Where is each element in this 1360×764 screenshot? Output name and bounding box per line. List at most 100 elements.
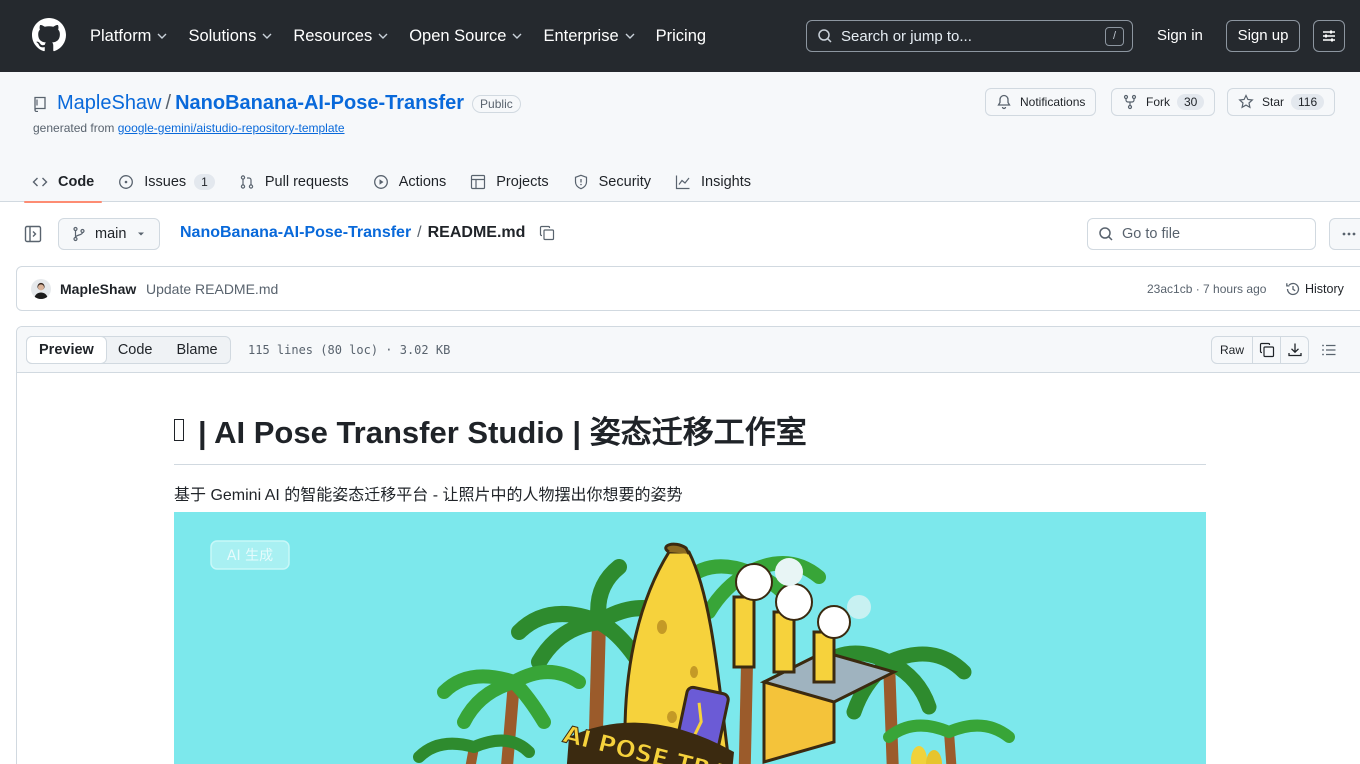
tab-issues[interactable]: Issues 1 bbox=[118, 162, 215, 202]
file-actions: Raw bbox=[1211, 336, 1310, 364]
table-icon bbox=[471, 174, 486, 190]
chevron-down-icon bbox=[262, 33, 272, 39]
star-button[interactable]: Star 116 bbox=[1227, 88, 1336, 116]
readme-subtitle: 基于 Gemini AI 的智能姿态迁移平台 - 让照片中的人物摆出你想要的姿势 bbox=[174, 487, 683, 504]
repository-header: MapleShaw / NanoBanana-AI-Pose-Transfer … bbox=[0, 72, 1360, 203]
caret-down-icon bbox=[138, 232, 144, 236]
go-to-file-input[interactable]: Go to file bbox=[1087, 218, 1316, 250]
visibility-badge: Public bbox=[472, 94, 521, 113]
chevron-down-icon bbox=[157, 33, 167, 39]
tab-projects[interactable]: Projects bbox=[470, 162, 549, 202]
history-label: History bbox=[1305, 282, 1344, 296]
readme-title: | AI Pose Transfer Studio | 姿态迁移工作室 bbox=[174, 407, 1206, 465]
tab-actions[interactable]: Actions bbox=[373, 162, 447, 202]
search-icon bbox=[818, 29, 832, 43]
tab-insights[interactable]: Insights bbox=[675, 162, 751, 202]
fork-count: 30 bbox=[1177, 94, 1205, 110]
search-icon bbox=[1099, 227, 1113, 241]
branch-name: main bbox=[95, 226, 127, 242]
commit-author[interactable]: MapleShaw bbox=[60, 281, 136, 297]
chevron-down-icon bbox=[512, 33, 522, 39]
fork-button[interactable]: Fork 30 bbox=[1111, 88, 1216, 116]
notifications-button[interactable]: Notifications bbox=[985, 88, 1097, 116]
preview-button[interactable]: Preview bbox=[26, 336, 107, 364]
more-options-button[interactable] bbox=[1329, 218, 1360, 250]
blame-button[interactable]: Blame bbox=[165, 337, 230, 363]
breadcrumb-separator: / bbox=[417, 224, 422, 241]
search-input[interactable]: Search or jump to... / bbox=[806, 20, 1133, 52]
branch-selector[interactable]: main bbox=[58, 218, 160, 250]
hero-illustration: AI 生成 AI POSE TRA bbox=[174, 512, 1206, 764]
copy-raw-button[interactable] bbox=[1252, 337, 1280, 363]
avatar-icon bbox=[31, 279, 51, 299]
missing-glyph-icon bbox=[174, 418, 184, 441]
hero-tag-text: AI 生成 bbox=[227, 548, 273, 564]
tab-actions-label: Actions bbox=[398, 174, 447, 190]
repo-owner-link[interactable]: MapleShaw bbox=[57, 92, 162, 115]
copy-path-icon[interactable] bbox=[539, 225, 555, 241]
sign-in-link[interactable]: Sign in bbox=[1157, 27, 1203, 44]
menu-button[interactable] bbox=[1313, 20, 1345, 52]
file-header: Preview Code Blame 115 lines (80 loc) · … bbox=[17, 327, 1360, 373]
branch-icon bbox=[73, 226, 85, 242]
copy-icon bbox=[1259, 342, 1274, 358]
download-icon bbox=[1287, 343, 1302, 357]
nav-solutions-label: Solutions bbox=[188, 26, 257, 45]
file-view: Preview Code Blame 115 lines (80 loc) · … bbox=[16, 326, 1360, 764]
star-label: Star bbox=[1262, 95, 1285, 109]
issue-icon bbox=[119, 175, 134, 189]
nav-pricing[interactable]: Pricing bbox=[656, 27, 706, 46]
github-logo-icon[interactable] bbox=[32, 18, 66, 52]
breadcrumb-repo-link[interactable]: NanoBanana-AI-Pose-Transfer bbox=[180, 224, 411, 242]
nav-open-source-label: Open Source bbox=[409, 26, 507, 45]
download-button[interactable] bbox=[1280, 337, 1308, 363]
tab-pull-requests-label: Pull requests bbox=[264, 174, 349, 190]
fork-label: Fork bbox=[1146, 95, 1170, 109]
commit-meta[interactable]: 23ac1cb · 7 hours ago bbox=[1147, 282, 1266, 296]
template-repo-link[interactable]: google-gemini/aistudio-repository-templa… bbox=[118, 121, 345, 135]
sign-up-button[interactable]: Sign up bbox=[1226, 20, 1300, 52]
commit-message[interactable]: Update README.md bbox=[146, 281, 278, 297]
shield-icon bbox=[574, 174, 587, 190]
repo-name-link[interactable]: NanoBanana-AI-Pose-Transfer bbox=[175, 92, 464, 115]
sidebar-expand-icon[interactable] bbox=[24, 225, 42, 243]
tab-code-label: Code bbox=[58, 174, 95, 190]
tab-security[interactable]: Security bbox=[573, 162, 651, 202]
avatar[interactable] bbox=[31, 279, 51, 299]
hero-image: AI 生成 AI POSE TRA bbox=[174, 512, 1206, 764]
readme-title-text: | AI Pose Transfer Studio | 姿态迁移工作室 bbox=[198, 415, 807, 450]
view-mode-toggle: Preview Code Blame bbox=[26, 336, 231, 364]
code-button[interactable]: Code bbox=[106, 337, 165, 363]
nav-resources[interactable]: Resources bbox=[293, 27, 389, 46]
latest-commit-bar: MapleShaw Update README.md 23ac1cb · 7 h… bbox=[16, 266, 1360, 311]
repo-separator: / bbox=[165, 92, 172, 114]
repo-tabs: Code Issues 1 Pull requests Actions Proj… bbox=[23, 162, 775, 203]
breadcrumb: NanoBanana-AI-Pose-Transfer / README.md bbox=[180, 224, 555, 242]
generated-from-label: generated from bbox=[33, 121, 115, 135]
pull-request-icon bbox=[240, 175, 254, 189]
nav-platform[interactable]: Platform bbox=[90, 27, 168, 46]
tab-insights-label: Insights bbox=[701, 174, 752, 190]
raw-button[interactable]: Raw bbox=[1212, 337, 1252, 363]
code-icon bbox=[32, 177, 48, 187]
history-button[interactable]: History bbox=[1285, 281, 1344, 297]
nav-enterprise[interactable]: Enterprise bbox=[543, 27, 635, 46]
nav-enterprise-label: Enterprise bbox=[543, 26, 619, 45]
tab-pull-requests[interactable]: Pull requests bbox=[239, 162, 349, 202]
repo-title: MapleShaw / NanoBanana-AI-Pose-Transfer … bbox=[32, 92, 521, 115]
search-shortcut-key: / bbox=[1105, 27, 1124, 46]
star-icon bbox=[1238, 94, 1254, 109]
nav-open-source[interactable]: Open Source bbox=[409, 27, 523, 46]
outline-list-icon[interactable] bbox=[1321, 342, 1337, 358]
kebab-horizontal-icon bbox=[1342, 232, 1356, 236]
bell-icon bbox=[997, 94, 1011, 110]
star-count: 116 bbox=[1291, 94, 1325, 110]
chevron-down-icon bbox=[625, 33, 635, 39]
repo-icon bbox=[34, 96, 46, 112]
breadcrumb-file-name: README.md bbox=[427, 224, 526, 241]
sliders-icon bbox=[1323, 30, 1335, 42]
nav-solutions[interactable]: Solutions bbox=[188, 27, 273, 46]
fork-icon bbox=[1123, 94, 1137, 110]
graph-icon bbox=[675, 175, 690, 190]
tab-code[interactable]: Code bbox=[23, 162, 103, 203]
